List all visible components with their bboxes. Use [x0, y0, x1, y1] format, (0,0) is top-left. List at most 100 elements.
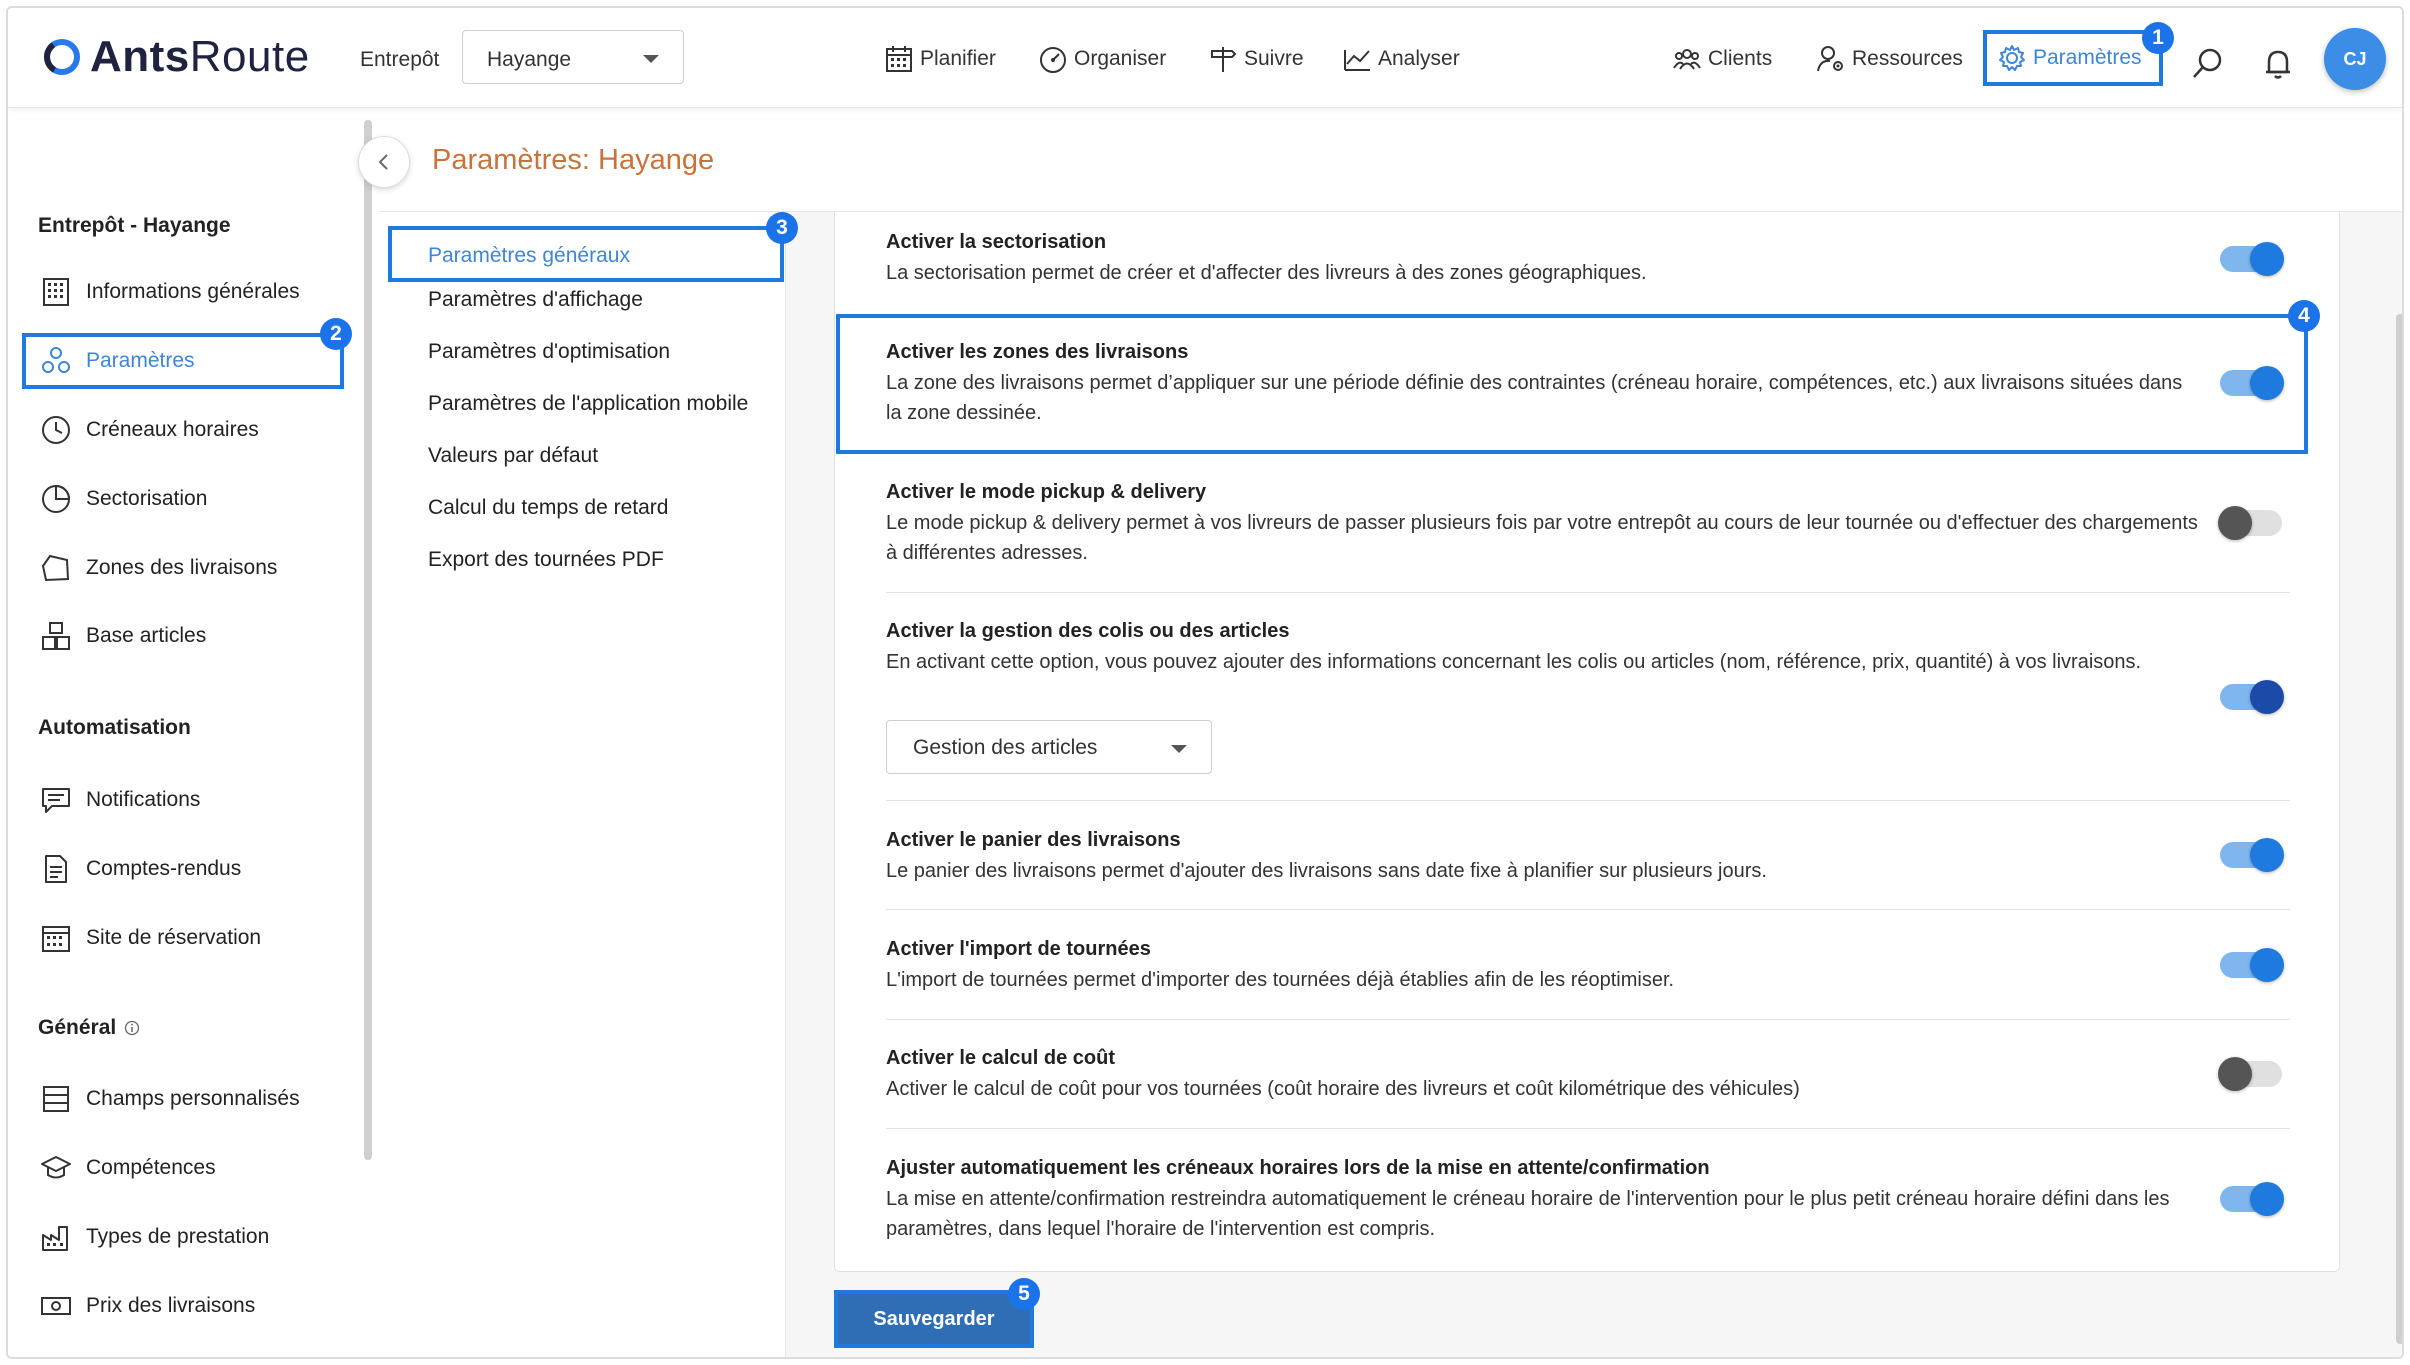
clock-icon: [42, 416, 70, 444]
setting-sectorisation: Activer la sectorisation La sectorisatio…: [886, 228, 2286, 288]
antsroute-logo[interactable]: AntsRoute: [42, 32, 310, 82]
logo-text: AntsRoute: [90, 32, 310, 81]
sidebar-section-general: Général: [38, 1016, 140, 1040]
subnav-valeurs-par-defaut[interactable]: Valeurs par défaut: [428, 444, 598, 468]
sidebar-item-label: Informations générales: [86, 280, 300, 303]
toggle-import-tournees[interactable]: [2220, 948, 2284, 982]
toggle-knob: [2250, 948, 2284, 982]
sidebar-scrollbar[interactable]: [364, 120, 372, 1160]
setting-description: L'import de tournées permet d'importer d…: [886, 969, 1675, 991]
sidebar-item-label: Zones des livraisons: [86, 556, 278, 579]
sidebar-item-notifications[interactable]: Notifications: [34, 775, 344, 825]
sidebar-section-entrepot: Entrepôt - Hayange: [38, 214, 231, 237]
toggle-knob: [2250, 1182, 2284, 1216]
sidebar-item-zones-des-livraisons[interactable]: Zones des livraisons: [34, 543, 344, 593]
subnav-parametres-affichage[interactable]: Paramètres d'affichage: [428, 288, 643, 312]
info-icon[interactable]: [124, 1020, 140, 1036]
sidebar-item-base-articles[interactable]: Base articles: [34, 611, 344, 661]
toggle-knob: [2250, 838, 2284, 872]
gestion-articles-select[interactable]: Gestion des articles: [886, 720, 1212, 774]
factory-icon: [42, 1226, 68, 1251]
setting-description: Le panier des livraisons permet d'ajoute…: [886, 860, 1767, 882]
toggle-zones-des-livraisons[interactable]: [2220, 366, 2284, 400]
sidebar-item-label: Site de réservation: [86, 926, 262, 949]
graduation-cap-icon: [41, 1156, 71, 1179]
users-icon: [1673, 49, 1701, 70]
chevron-left-icon: [378, 154, 388, 170]
divider: [886, 909, 2290, 910]
sidebar-item-site-de-reservation[interactable]: Site de réservation: [34, 913, 344, 963]
sidebar-item-label: Types de prestation: [86, 1225, 270, 1248]
sidebar-item-parametres[interactable]: Paramètres: [22, 333, 344, 389]
toggle-pickup-delivery[interactable]: [2218, 506, 2282, 540]
sidebar-item-sectorisation[interactable]: Sectorisation: [34, 474, 344, 524]
toggle-panier-livraisons[interactable]: [2220, 838, 2284, 872]
sidebar-item-informations-generales[interactable]: Informations générales: [34, 267, 344, 317]
divider: [886, 1019, 2290, 1020]
toggle-calcul-cout[interactable]: [2218, 1057, 2282, 1091]
setting-title: Ajuster automatiquement les créneaux hor…: [886, 1157, 1710, 1179]
subnav-parametres-application-mobile[interactable]: Paramètres de l'application mobile: [428, 392, 748, 416]
entrepot-select[interactable]: Hayange: [462, 30, 684, 84]
nav-parametres[interactable]: Paramètres: [1983, 30, 2163, 86]
gauge-icon: [1040, 47, 1066, 73]
user-gear-icon: [1817, 46, 1843, 72]
bell-icon[interactable]: [2260, 46, 2296, 82]
setting-description: Le mode pickup & delivery permet à vos l…: [886, 512, 2198, 564]
search-icon[interactable]: [2190, 46, 2226, 82]
sidebar-item-comptes-rendus[interactable]: Comptes-rendus: [34, 844, 344, 894]
subnav-export-tournees-pdf[interactable]: Export des tournées PDF: [428, 548, 664, 572]
toggle-knob: [2250, 680, 2284, 714]
step-badge-2: 2: [320, 318, 352, 350]
banknote-icon: [41, 1297, 71, 1315]
nav-label: Paramètres: [2033, 46, 2142, 69]
setting-description: La mise en attente/confirmation restrein…: [886, 1188, 2170, 1240]
gear-icon: [1999, 45, 2025, 71]
setting-import-tournees: Activer l'import de tournées L'import de…: [886, 935, 2286, 995]
nav-analyser[interactable]: Analyser: [1342, 44, 1460, 74]
nav-organiser[interactable]: Organiser: [1038, 44, 1166, 74]
sidebar-item-creneaux-horaires[interactable]: Créneaux horaires: [34, 405, 344, 455]
setting-gestion-colis-articles: Activer la gestion des colis ou des arti…: [886, 617, 2186, 677]
toggle-knob: [2218, 506, 2252, 540]
nav-label: Analyser: [1378, 47, 1460, 70]
toggle-sectorisation[interactable]: [2220, 242, 2284, 276]
setting-title: Activer les zones des livraisons: [886, 341, 1189, 363]
setting-panier-livraisons: Activer le panier des livraisons Le pani…: [886, 826, 2286, 886]
nav-planifier[interactable]: Planifier: [884, 44, 996, 74]
setting-description: La sectorisation permet de créer et d'af…: [886, 262, 1647, 284]
toggle-gestion-colis-articles[interactable]: [2220, 680, 2284, 714]
sidebar-item-types-de-prestation[interactable]: Types de prestation: [34, 1212, 344, 1262]
nav-clients[interactable]: Clients: [1672, 44, 1772, 74]
save-button[interactable]: Sauvegarder: [834, 1290, 1034, 1348]
content-scrollbar[interactable]: [2396, 314, 2402, 1344]
sidebar-item-champs-personnalises[interactable]: Champs personnalisés: [34, 1074, 344, 1124]
setting-pickup-delivery: Activer le mode pickup & delivery Le mod…: [886, 478, 2206, 568]
toggle-knob: [2250, 242, 2284, 276]
sidebar-item-competences[interactable]: Compétences: [34, 1143, 344, 1193]
setting-description: La zone des livraisons permet d’applique…: [886, 372, 2183, 424]
sidebar-item-label: Champs personnalisés: [86, 1087, 300, 1110]
sidebar-item-prix-des-livraisons[interactable]: Prix des livraisons: [34, 1281, 344, 1331]
clock-sector-icon: [42, 484, 71, 513]
calendar-icon: [886, 46, 912, 72]
setting-title: Activer la sectorisation: [886, 231, 1107, 253]
logo-icon: [43, 39, 80, 75]
nav-suivre[interactable]: Suivre: [1208, 44, 1304, 74]
subnav-parametres-optimisation[interactable]: Paramètres d'optimisation: [428, 340, 670, 364]
toggle-ajuster-creneaux[interactable]: [2220, 1182, 2284, 1216]
left-sidebar: Entrepôt - Hayange Informations générale…: [8, 108, 358, 1357]
toggle-knob: [2250, 366, 2284, 400]
subnav-calcul-temps-retard[interactable]: Calcul du temps de retard: [428, 496, 668, 520]
molecule-icon: [42, 347, 70, 373]
subnav-parametres-generaux[interactable]: Paramètres généraux: [388, 226, 784, 282]
signpost-icon: [1211, 47, 1237, 72]
setting-title: Activer l'import de tournées: [886, 938, 1151, 960]
sidebar-item-label: Créneaux horaires: [86, 418, 259, 441]
collapse-sidebar-button[interactable]: [358, 136, 410, 188]
setting-zones-des-livraisons: Activer les zones des livraisons La zone…: [886, 338, 2186, 428]
boxes-icon: [42, 622, 70, 650]
user-avatar[interactable]: CJ: [2324, 28, 2386, 90]
list-icon: [43, 1086, 69, 1112]
nav-ressources[interactable]: Ressources: [1816, 44, 1963, 74]
